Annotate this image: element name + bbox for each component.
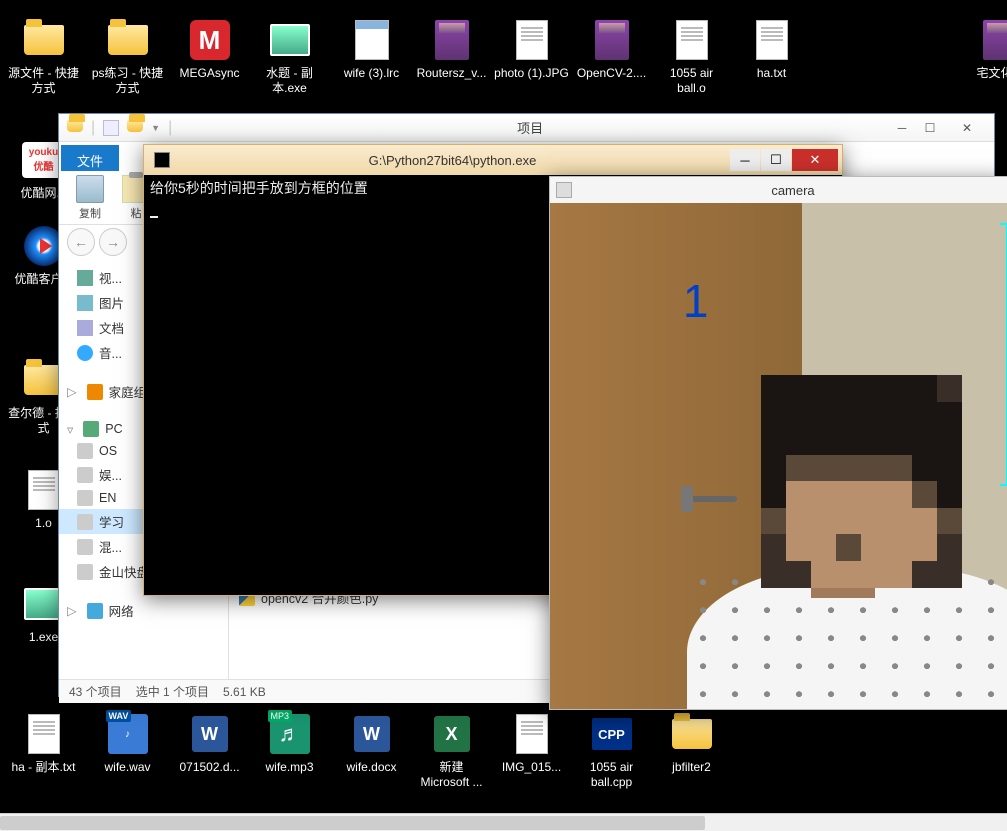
desktop-icon[interactable]: W071502.d... <box>172 712 247 775</box>
drive-icon <box>77 539 93 555</box>
overlay-number: 1 <box>683 274 709 328</box>
desktop-icon[interactable]: jbfilter2 <box>654 712 729 775</box>
minimize-button[interactable]: ─ <box>888 118 916 138</box>
desktop-icon[interactable]: MMEGAsync <box>172 18 247 81</box>
console-icon <box>154 152 170 168</box>
close-button[interactable]: ✕ <box>792 149 838 171</box>
minimize-button[interactable]: ─ <box>730 149 760 171</box>
camera-feed: 1 <box>550 203 1007 709</box>
maximize-button[interactable]: ☐ <box>761 149 791 171</box>
explorer-titlebar[interactable]: | ▼ | 项目 ─ ☐ ✕ <box>59 114 994 142</box>
desktop-icon[interactable]: IMG_015... <box>494 712 569 775</box>
desktop-icon[interactable]: 1055 air ball.o <box>654 18 729 96</box>
copy-button[interactable]: 复制 <box>67 173 113 223</box>
drive-icon <box>77 564 93 580</box>
qat-separator: | <box>91 119 95 137</box>
desktop-icon[interactable]: OpenCV-2.... <box>574 18 649 81</box>
forward-button[interactable]: → <box>99 228 127 256</box>
music-icon <box>77 345 93 361</box>
desktop-icon[interactable]: ha - 副本.txt <box>6 712 81 775</box>
drive-icon <box>77 467 93 483</box>
desktop-icon[interactable]: CPP1055 air ball.cpp <box>574 712 649 790</box>
desktop-icon[interactable]: 源文件 - 快捷方式 <box>6 18 81 96</box>
camera-title: camera <box>578 183 1007 198</box>
new-folder-icon[interactable] <box>127 120 143 136</box>
explorer-title: 项目 <box>172 118 888 137</box>
window-icon <box>556 182 572 198</box>
folder-icon <box>67 120 83 136</box>
desktop-icon[interactable]: 宅文化... <box>962 18 1007 81</box>
copy-icon <box>76 175 104 203</box>
desktop-icon[interactable]: Routersz_v... <box>414 18 489 81</box>
desktop-icon[interactable]: 水题 - 副本.exe <box>252 18 327 96</box>
desktop-icon[interactable]: WAV♪wife.wav <box>90 712 165 775</box>
scrollbar-thumb[interactable] <box>0 816 705 830</box>
desktop-icon[interactable]: photo (1).JPG <box>494 18 569 81</box>
cursor <box>150 216 158 218</box>
roi-rectangle <box>1000 223 1007 486</box>
back-button[interactable]: ← <box>67 228 95 256</box>
file-tab[interactable]: 文件 <box>61 145 119 171</box>
status-selected: 选中 1 个项目 <box>136 683 209 700</box>
console-titlebar[interactable]: G:\Python27bit64\python.exe ─ ☐ ✕ <box>144 145 842 175</box>
video-icon <box>77 270 93 286</box>
properties-icon[interactable] <box>103 120 119 136</box>
pc-icon <box>83 421 99 437</box>
drive-icon <box>77 514 93 530</box>
document-icon <box>77 320 93 336</box>
camera-titlebar[interactable]: camera <box>550 177 1007 203</box>
person-face-pixelated <box>761 375 963 588</box>
status-size: 5.61 KB <box>223 685 266 699</box>
desktop-icon[interactable]: MP3♬wife.mp3 <box>252 712 327 775</box>
drive-icon <box>77 443 93 459</box>
network-icon <box>87 603 103 619</box>
desktop-icon[interactable]: ha.txt <box>734 18 809 81</box>
door-handle <box>687 496 737 502</box>
picture-icon <box>77 295 93 311</box>
dropdown-icon[interactable]: ▼ <box>151 123 160 133</box>
console-title: G:\Python27bit64\python.exe <box>176 153 729 168</box>
drive-icon <box>77 490 93 506</box>
camera-window[interactable]: camera 1 <box>549 176 1007 710</box>
desktop-icon[interactable]: X新建 Microsoft ... <box>414 712 489 790</box>
close-button[interactable]: ✕ <box>944 118 990 138</box>
maximize-button[interactable]: ☐ <box>916 118 944 138</box>
sidebar-network[interactable]: ▷网络 <box>59 598 228 623</box>
desktop-icon[interactable]: ps练习 - 快捷方式 <box>90 18 165 96</box>
horizontal-scrollbar[interactable] <box>0 813 1007 831</box>
desktop-icon[interactable]: Wwife.docx <box>334 712 409 775</box>
status-count: 43 个项目 <box>69 683 122 700</box>
homegroup-icon <box>87 384 103 400</box>
desktop-icon[interactable]: wife (3).lrc <box>334 18 409 81</box>
